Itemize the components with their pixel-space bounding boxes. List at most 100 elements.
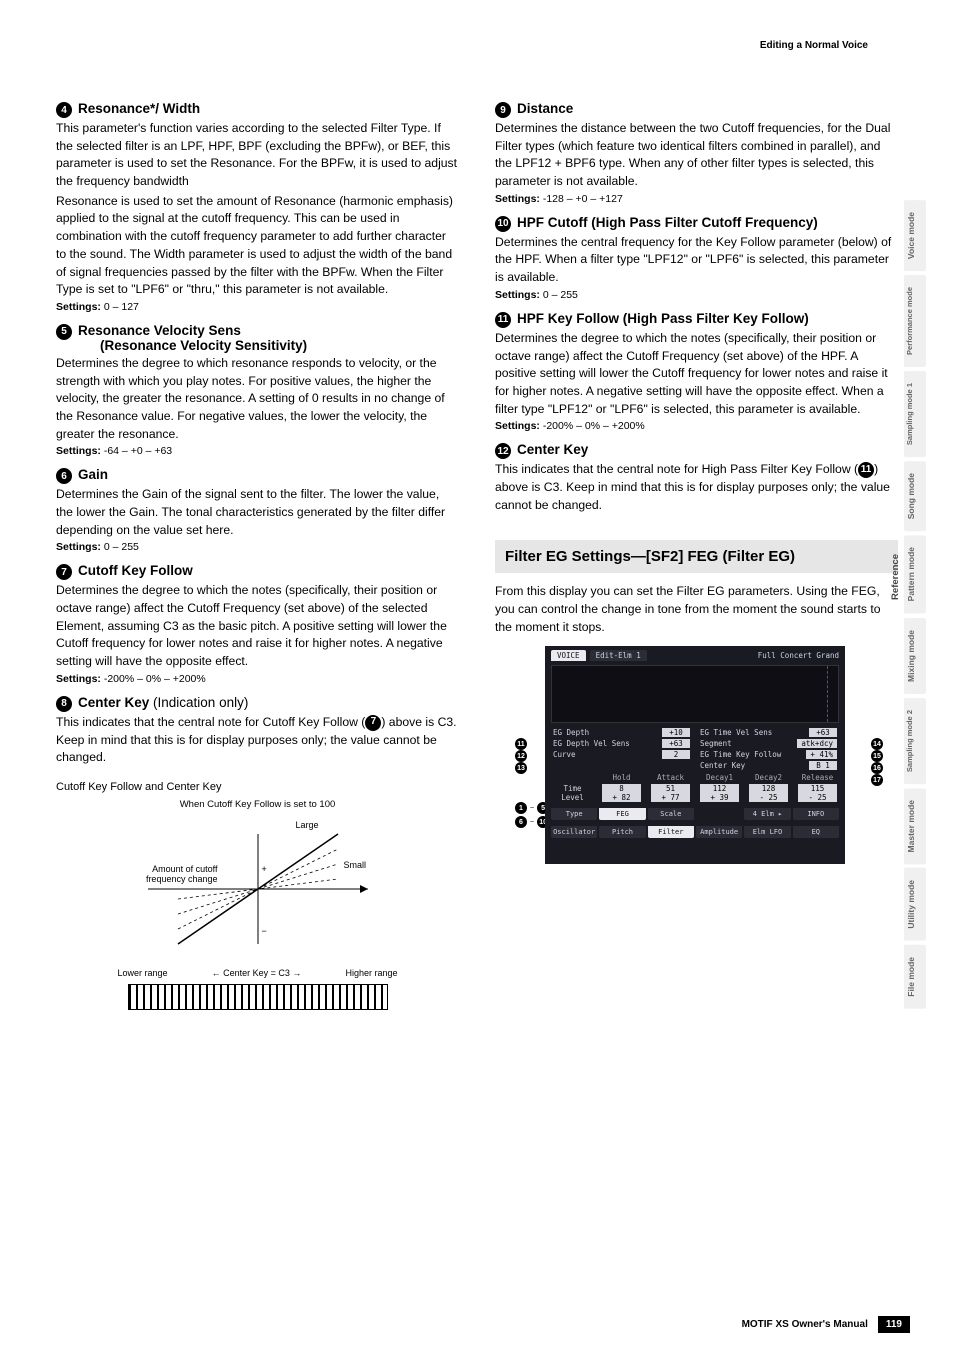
lcd-row-eg-depth-vel: EG Depth Vel Sens+63 (551, 738, 692, 749)
feg-screenshot: 11 12 13 1~5 6~10 14 15 16 17 VOICE Edit… (515, 646, 875, 864)
settings-line: Settings: -200% – 0% – +200% (495, 420, 898, 432)
diagram-small-label: Small (344, 860, 367, 870)
lcd-row-curve: Curve2 (551, 749, 692, 760)
side-tab-song[interactable]: Song mode (904, 461, 926, 531)
heading-distance: 9 Distance (495, 101, 898, 118)
badge-10-icon: 10 (495, 216, 511, 232)
lcd-row-eg-depth: EG Depth+10 (551, 727, 692, 738)
side-tab-mixing[interactable]: Mixing mode (904, 618, 926, 694)
badge-12-icon: 12 (495, 443, 511, 459)
side-tab-sampling1[interactable]: Sampling mode 1 (904, 371, 926, 457)
settings-line: Settings: -64 – +0 – +63 (56, 445, 459, 457)
mode-tab-strip: Reference Voice mode Performance mode Sa… (904, 200, 948, 1013)
heading-text: Center Key (78, 695, 149, 710)
badge-9-icon: 9 (495, 102, 511, 118)
left-column: 4 Resonance*/ Width This parameter's fun… (56, 91, 465, 1039)
manual-title: MOTIF XS Owner's Manual (742, 1319, 868, 1330)
diagram-caption: Cutoff Key Follow and Center Key (56, 781, 459, 793)
callout-16: 16 (871, 762, 883, 774)
lcd-preset-name: Full Concert Grand (758, 651, 839, 660)
settings-line: Settings: 0 – 255 (56, 541, 459, 553)
para: Determines the degree to which the notes… (495, 330, 898, 418)
side-tab-utility[interactable]: Utility mode (904, 868, 926, 941)
para: From this display you can set the Filter… (495, 583, 898, 636)
heading-cutoff-key-follow: 7 Cutoff Key Follow (56, 563, 459, 580)
side-tab-sampling2[interactable]: Sampling mode 2 (904, 698, 926, 784)
badge-4-icon: 4 (56, 102, 72, 118)
diagram-plus-label: + (262, 864, 267, 874)
callout-15: 15 (871, 750, 883, 762)
heading-hpf-key-follow: 11 HPF Key Follow (High Pass Filter Key … (495, 311, 898, 328)
diagram-amount-label: Amount of cutoff frequency change (108, 864, 218, 884)
settings-line: Settings: 0 – 255 (495, 289, 898, 301)
ref-badge-11-icon: 11 (858, 462, 874, 478)
heading-text: HPF Key Follow (High Pass Filter Key Fol… (517, 311, 809, 326)
side-tab-pattern[interactable]: Pattern mode (904, 535, 926, 613)
heading-text: Center Key (517, 442, 588, 457)
lcd-frame: VOICE Edit-Elm 1 Full Concert Grand EG D… (545, 646, 845, 864)
lcd-env-level-row: Level + 82 + 77 + 39 - 25 - 25 (551, 793, 839, 802)
diagram-axis-mid: Center Key = C3 (223, 968, 290, 978)
heading-res-vel-sens: 5 Resonance Velocity Sens (Resonance Vel… (56, 323, 459, 353)
right-column: 9 Distance Determines the distance betwe… (489, 91, 898, 1039)
callout-13: 13 (515, 762, 527, 774)
para: Determines the degree to which the notes… (56, 582, 459, 670)
para: This indicates that the central note for… (56, 714, 459, 767)
badge-6-icon: 6 (56, 468, 72, 484)
page-number: 119 (878, 1316, 910, 1333)
para: Determines the Gain of the signal sent t… (56, 486, 459, 539)
heading-subtext: (Resonance Velocity Sensitivity) (78, 338, 307, 353)
settings-line: Settings: -200% – 0% – +200% (56, 673, 459, 685)
para: Determines the degree to which resonance… (56, 355, 459, 443)
heading-text: Cutoff Key Follow (78, 563, 193, 578)
heading-resonance-width: 4 Resonance*/ Width (56, 101, 459, 118)
badge-8-icon: 8 (56, 696, 72, 712)
keyboard-strip-icon (128, 984, 388, 1010)
heading-hpf-cutoff: 10 HPF Cutoff (High Pass Filter Cutoff F… (495, 215, 898, 232)
heading-center-key-left: 8 Center Key (Indication only) (56, 695, 459, 712)
para: Resonance is used to set the amount of R… (56, 193, 459, 299)
para: Determines the distance between the two … (495, 120, 898, 191)
side-tab-file[interactable]: File mode (904, 945, 926, 1009)
section-filter-eg-title: Filter EG Settings—[SF2] FEG (Filter EG) (495, 540, 898, 573)
callout-6-10: 6~10 (515, 816, 549, 828)
callout-12: 12 (515, 750, 527, 762)
side-tab-master[interactable]: Master mode (904, 788, 926, 864)
lcd-sf-tabs: Type FEG Scale 4 Elm ▸ INFO (551, 808, 839, 820)
lcd-envelope-graph (551, 665, 839, 723)
lcd-tab-edit: Edit-Elm 1 (590, 650, 647, 661)
settings-line: Settings: -128 – +0 – +127 (495, 193, 898, 205)
lcd-row-time-key: EG Time Key Follow+ 41% (698, 749, 839, 760)
diagram-minus-label: − (262, 926, 267, 936)
cutoff-key-follow-diagram: When Cutoff Key Follow is set to 100 Lar… (56, 799, 459, 1039)
lcd-f-tabs: Oscillator Pitch Filter Amplitude Elm LF… (551, 826, 839, 838)
diagram-top-label: When Cutoff Key Follow is set to 100 (56, 799, 459, 810)
heading-center-key-right: 12 Center Key (495, 442, 898, 459)
lcd-row-time-vel: EG Time Vel Sens+63 (698, 727, 839, 738)
ref-badge-7-icon: 7 (365, 715, 381, 731)
heading-text: HPF Cutoff (High Pass Filter Cutoff Freq… (517, 215, 818, 230)
callout-17: 17 (871, 774, 883, 786)
para: This parameter's function varies accordi… (56, 120, 459, 191)
lcd-env-time-row: Time 8 51 112 128 115 (551, 784, 839, 793)
callout-14: 14 (871, 738, 883, 750)
callout-11: 11 (515, 738, 527, 750)
diagram-axis-right: Higher range (345, 968, 397, 978)
side-tab-voice[interactable]: Voice mode (904, 200, 926, 271)
badge-7-icon: 7 (56, 564, 72, 580)
side-tab-performance[interactable]: Performance mode (904, 275, 926, 367)
para: This indicates that the central note for… (495, 461, 898, 514)
page-footer: MOTIF XS Owner's Manual 119 (742, 1316, 910, 1333)
heading-text: Gain (78, 467, 108, 482)
diagram-large-label: Large (296, 820, 319, 830)
lcd-row-center-key: Center KeyB 1 (698, 760, 839, 771)
reference-label: Reference (888, 540, 903, 614)
heading-text: Resonance Velocity Sens (78, 323, 241, 338)
badge-5-icon: 5 (56, 324, 72, 340)
page-breadcrumb: Editing a Normal Voice (56, 40, 898, 51)
settings-line: Settings: 0 – 127 (56, 301, 459, 313)
heading-tail: (Indication only) (149, 695, 248, 710)
para: Determines the central frequency for the… (495, 234, 898, 287)
lcd-env-header: Hold Attack Decay1 Decay2 Release (551, 771, 839, 784)
lcd-row-segment: Segmentatk+dcy (698, 738, 839, 749)
